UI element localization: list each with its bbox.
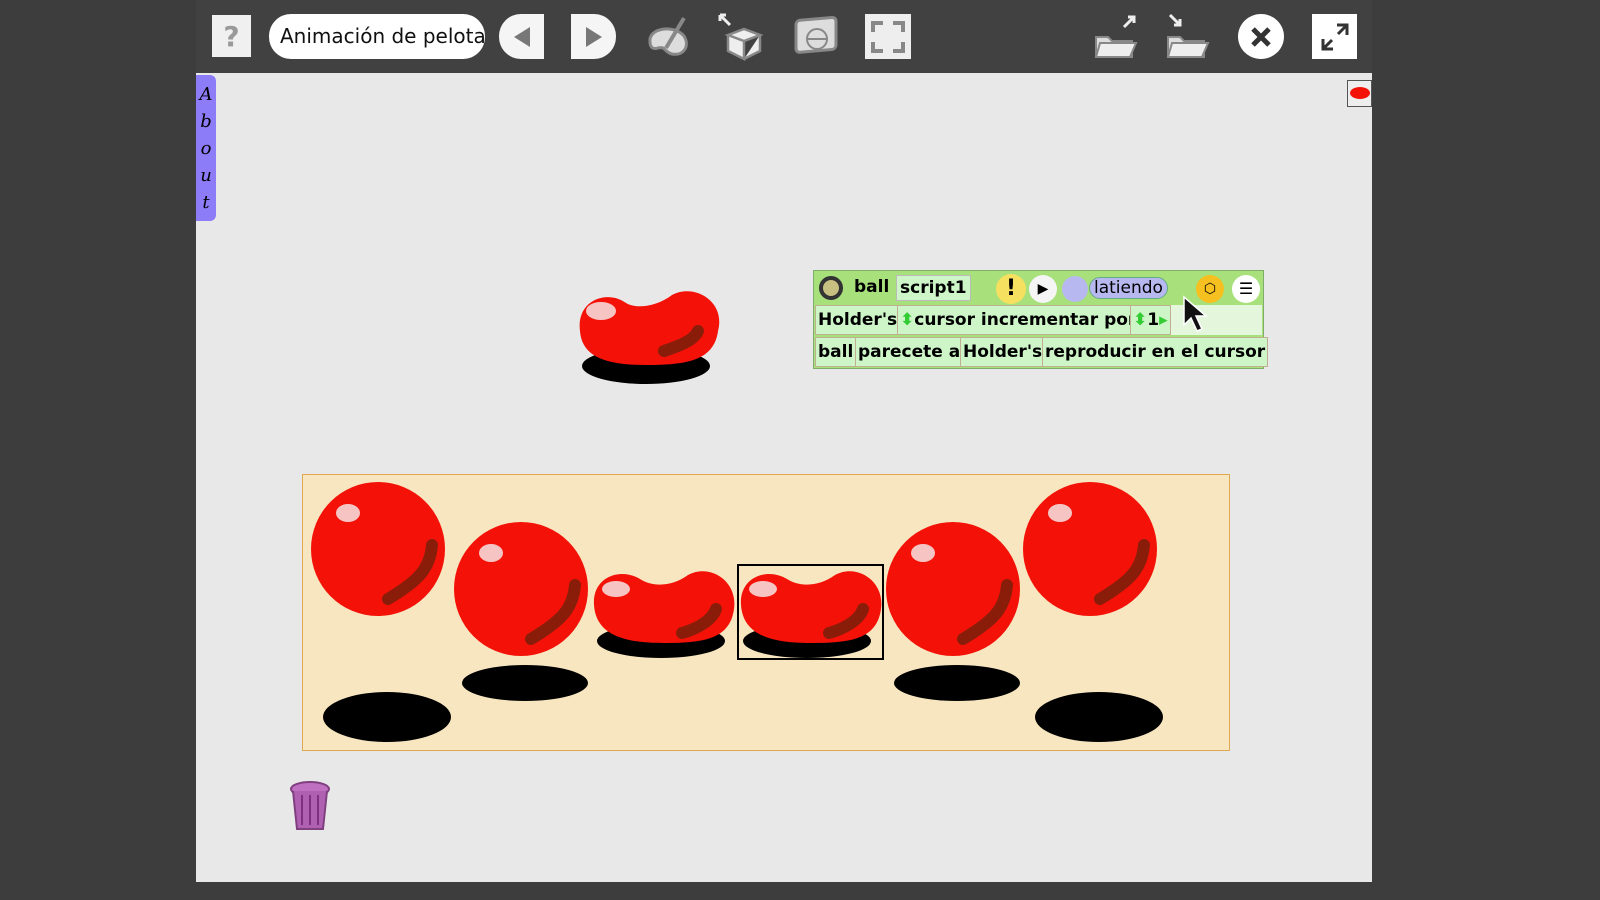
ball-sprite[interactable] (576, 291, 726, 386)
navigator-icon (794, 15, 838, 54)
quit-button[interactable] (1238, 14, 1284, 59)
expand-icon (1321, 23, 1348, 50)
navigator-button[interactable] (791, 14, 841, 59)
close-icon (1251, 26, 1271, 47)
load-project-button[interactable] (1092, 14, 1140, 59)
exclamation-icon[interactable]: ! (996, 274, 1026, 304)
play-at-cursor-tile[interactable]: reproducir en el cursor (1042, 337, 1269, 367)
flap-letter: t (202, 192, 210, 213)
flap-letter: u (200, 165, 212, 186)
dismiss-icon[interactable] (819, 276, 843, 300)
menu-icon[interactable]: ☰ (1232, 275, 1260, 303)
mouse-cursor-icon (1183, 295, 1208, 332)
supplies-button[interactable] (716, 13, 766, 61)
toolbar: ? Animación de pelota (196, 0, 1372, 73)
animation-holder[interactable] (302, 474, 1230, 751)
arrows-icon: ⬍ (900, 310, 915, 330)
flap-letter: b (200, 111, 212, 132)
holder-frames (303, 475, 1163, 742)
value-tile[interactable]: ⬍1▸ (1130, 305, 1171, 335)
paint-button[interactable] (643, 14, 693, 59)
thumbnail-icon[interactable] (1347, 80, 1372, 107)
frame-1[interactable] (311, 482, 451, 742)
holder-tile[interactable]: Holder's (960, 337, 1046, 367)
expand-button[interactable] (1312, 14, 1357, 59)
script-status-button[interactable]: latiendo (1089, 277, 1168, 299)
open-folder-icon (1094, 15, 1138, 58)
save-folder-icon (1166, 13, 1210, 58)
increment-tile[interactable]: ⬍cursor incrementar por (897, 305, 1140, 335)
flap-letter: A (199, 84, 213, 105)
question-icon: ? (223, 19, 240, 53)
about-flap-tab[interactable]: A b o u t (196, 75, 216, 221)
frame-4-selected[interactable] (738, 564, 883, 660)
frame-5[interactable] (886, 522, 1020, 701)
save-project-button[interactable] (1164, 13, 1212, 59)
supplies-icon (718, 13, 764, 61)
flap-letter: o (200, 138, 212, 159)
holder-tile[interactable]: Holder's (815, 305, 901, 335)
trash-can-icon[interactable] (288, 779, 332, 835)
frame-2[interactable] (454, 522, 588, 701)
value-label: 1 (1147, 310, 1160, 330)
next-page-button[interactable] (571, 14, 616, 59)
fullscreen-icon (871, 20, 905, 53)
frame-6[interactable] (1023, 482, 1163, 742)
previous-icon (513, 26, 530, 47)
frame-3[interactable] (594, 571, 734, 658)
paint-icon (648, 16, 688, 56)
previous-page-button[interactable] (499, 14, 544, 59)
next-icon (585, 26, 602, 47)
step-icon[interactable]: ▶ (1029, 275, 1057, 303)
arrows-icon: ⬍ (1133, 310, 1148, 330)
object-tile[interactable]: ball (815, 337, 857, 367)
fullscreen-button[interactable] (865, 14, 911, 59)
command-label: cursor incrementar por (914, 310, 1137, 330)
look-like-tile[interactable]: parecete a (855, 337, 964, 367)
help-button[interactable]: ? (212, 15, 251, 57)
script-name-field[interactable]: script1 (896, 275, 971, 301)
project-title-field[interactable]: Animación de pelota (269, 14, 485, 59)
object-name: ball (854, 277, 890, 297)
world-canvas[interactable]: A b o u t ball script1 ! ▶ latiendo ⬡ ☰ … (196, 73, 1372, 882)
clock-icon[interactable] (1062, 276, 1088, 302)
script-row-2: ball parecete a Holder's reproducir en e… (815, 337, 1269, 367)
